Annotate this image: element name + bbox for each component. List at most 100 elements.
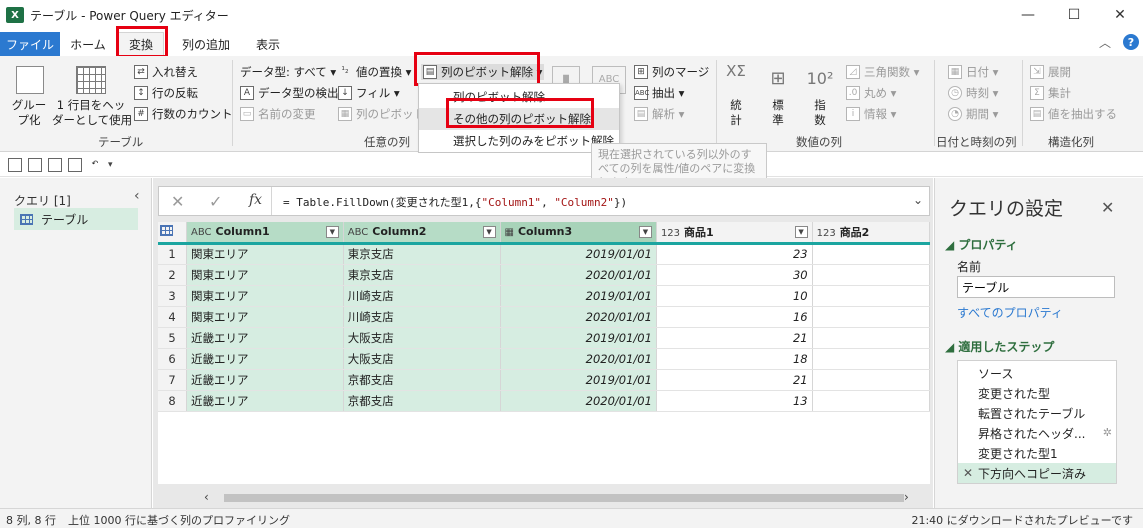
step-item[interactable]: 昇格されたヘッダ... ✲ [958, 423, 1116, 443]
all-properties-link[interactable]: すべてのプロパティ [957, 304, 1063, 321]
column-header[interactable]: 123 商品2 [812, 222, 930, 245]
table-row[interactable]: 6 近畿エリア 大阪支店 2020/01/01 18 [158, 348, 930, 370]
tab-add-column[interactable]: 列の追加 [174, 32, 238, 56]
cell-column3[interactable]: 2020/01/01 [500, 264, 657, 286]
cell-column3[interactable]: 2019/01/01 [500, 369, 657, 391]
customize-dropdown-icon[interactable]: ▾ [108, 160, 113, 170]
cell-column2[interactable]: 京都支店 [343, 369, 501, 391]
group-by-button[interactable]: グルー プ化 [4, 98, 54, 128]
filter-dropdown-icon[interactable]: ▼ [325, 226, 339, 238]
cell-column1[interactable]: 関東エリア [186, 306, 344, 328]
cell-product1[interactable]: 18 [656, 348, 813, 370]
tab-view[interactable]: 表示 [248, 32, 288, 56]
date-button[interactable]: ▦ 日付 ▾ [948, 64, 998, 80]
column-header[interactable]: ABC Column2 ▼ [343, 222, 501, 245]
cell-product1[interactable]: 10 [656, 285, 813, 307]
cell-column1[interactable]: 関東エリア [186, 285, 344, 307]
cell-product1[interactable]: 23 [656, 243, 813, 265]
trig-button[interactable]: ◿ 三角関数 ▾ [846, 64, 919, 80]
pivot-column-button[interactable]: ▦ 列のピボット [338, 106, 425, 122]
cell-product2[interactable] [812, 390, 930, 412]
fx-icon[interactable]: fx [249, 192, 262, 208]
filter-dropdown-icon[interactable]: ▼ [638, 226, 652, 238]
step-item[interactable]: 変更された型1 [958, 443, 1116, 463]
cell-product2[interactable] [812, 243, 930, 265]
ribbon-collapse-icon[interactable]: ︿ [1099, 34, 1111, 51]
aggregate-button[interactable]: Σ 集計 [1030, 85, 1071, 101]
cell-column3[interactable]: 2020/01/01 [500, 306, 657, 328]
select-all-corner[interactable] [158, 222, 187, 245]
cell-product2[interactable] [812, 285, 930, 307]
cell-product2[interactable] [812, 327, 930, 349]
cell-product2[interactable] [812, 306, 930, 328]
row-number[interactable]: 7 [158, 369, 187, 391]
expand-button[interactable]: ⇲ 展開 [1030, 64, 1071, 80]
replace-values-button[interactable]: ¹₂ 値の置換 ▾ [338, 64, 411, 80]
minimize-button[interactable]: — [1005, 0, 1051, 30]
table-row[interactable]: 3 関東エリア 川崎支店 2019/01/01 10 [158, 285, 930, 307]
horizontal-scrollbar[interactable]: ‹ › [158, 490, 930, 506]
extract-button[interactable]: ABC 抽出 ▾ [634, 85, 684, 101]
cell-column2[interactable]: 川崎支店 [343, 306, 501, 328]
cell-product1[interactable]: 30 [656, 264, 813, 286]
detect-data-type-button[interactable]: A データ型の検出 [240, 85, 339, 101]
query-name-input[interactable] [957, 276, 1115, 298]
query-item[interactable]: テーブル [14, 208, 138, 230]
cell-product2[interactable] [812, 348, 930, 370]
row-number[interactable]: 3 [158, 285, 187, 307]
cell-product1[interactable]: 16 [656, 306, 813, 328]
row-number[interactable]: 8 [158, 390, 187, 412]
properties-icon[interactable] [48, 157, 62, 172]
cell-column3[interactable]: 2019/01/01 [500, 327, 657, 349]
scroll-right-icon[interactable]: › [904, 490, 909, 504]
menu-item-unpivot-selected-only[interactable]: 選択した列のみをピボット解除 [419, 130, 619, 152]
cell-column1[interactable]: 関東エリア [186, 243, 344, 265]
duration-button[interactable]: ◔ 期間 ▾ [948, 106, 998, 122]
table-row[interactable]: 8 近畿エリア 京都支店 2020/01/01 13 [158, 390, 930, 412]
cell-product2[interactable] [812, 264, 930, 286]
cell-product2[interactable] [812, 369, 930, 391]
collapse-pane-icon[interactable]: ‹ [134, 188, 140, 204]
merge-columns-button[interactable]: ⊞ 列のマージ [634, 64, 709, 80]
save-icon[interactable] [8, 157, 22, 172]
formula-input[interactable]: = Table.FillDown(変更された型1,{"Column1", "Co… [283, 194, 627, 210]
column-header[interactable]: ABC Column1 ▼ [186, 222, 344, 245]
statistics-button[interactable]: 統 計 [722, 98, 750, 128]
cell-product1[interactable]: 13 [656, 390, 813, 412]
filter-dropdown-icon[interactable]: ▼ [794, 226, 808, 238]
table-row[interactable]: 5 近畿エリア 大阪支店 2019/01/01 21 [158, 327, 930, 349]
cell-column2[interactable]: 東京支店 [343, 264, 501, 286]
tab-home[interactable]: ホーム [64, 32, 112, 56]
time-button[interactable]: ◷ 時刻 ▾ [948, 85, 998, 101]
column-header[interactable]: ▦ Column3 ▼ [500, 222, 657, 245]
cell-column2[interactable]: 川崎支店 [343, 285, 501, 307]
step-item[interactable]: ソース [958, 363, 1116, 383]
scrollbar-thumb[interactable] [224, 494, 904, 502]
cancel-formula-icon[interactable]: ✕ [171, 192, 184, 211]
row-number[interactable]: 2 [158, 264, 187, 286]
expand-formula-icon[interactable]: ⌄ [913, 193, 923, 207]
rename-button[interactable]: ▭ 名前の変更 [240, 106, 316, 122]
close-icon[interactable]: ✕ [1101, 198, 1114, 217]
close-button[interactable]: ✕ [1097, 0, 1143, 30]
info-button[interactable]: i 情報 ▾ [846, 106, 896, 122]
parse-button[interactable]: ▤ 解析 ▾ [634, 106, 684, 122]
maximize-button[interactable]: ☐ [1051, 0, 1097, 30]
data-type-dropdown[interactable]: データ型: すべて ▾ [240, 64, 336, 80]
standard-button[interactable]: 標 準 [764, 98, 792, 128]
cell-column3[interactable]: 2020/01/01 [500, 348, 657, 370]
cell-column3[interactable]: 2019/01/01 [500, 285, 657, 307]
row-number[interactable]: 6 [158, 348, 187, 370]
step-item-active[interactable]: ✕ 下方向へコピー済み [958, 463, 1116, 483]
help-icon[interactable]: ? [1123, 34, 1139, 50]
commit-formula-icon[interactable]: ✓ [209, 192, 222, 211]
gear-icon[interactable]: ✲ [1103, 426, 1112, 439]
cell-column1[interactable]: 近畿エリア [186, 369, 344, 391]
cell-column2[interactable]: 大阪支店 [343, 348, 501, 370]
tab-file[interactable]: ファイル [0, 32, 60, 56]
table-row[interactable]: 4 関東エリア 川崎支店 2020/01/01 16 [158, 306, 930, 328]
profiling-status[interactable]: 上位 1000 行に基づく列のプロファイリング [68, 512, 290, 528]
cell-column1[interactable]: 近畿エリア [186, 390, 344, 412]
transpose-button[interactable]: ⇄ 入れ替え [134, 64, 198, 80]
refresh-icon[interactable] [28, 157, 42, 172]
